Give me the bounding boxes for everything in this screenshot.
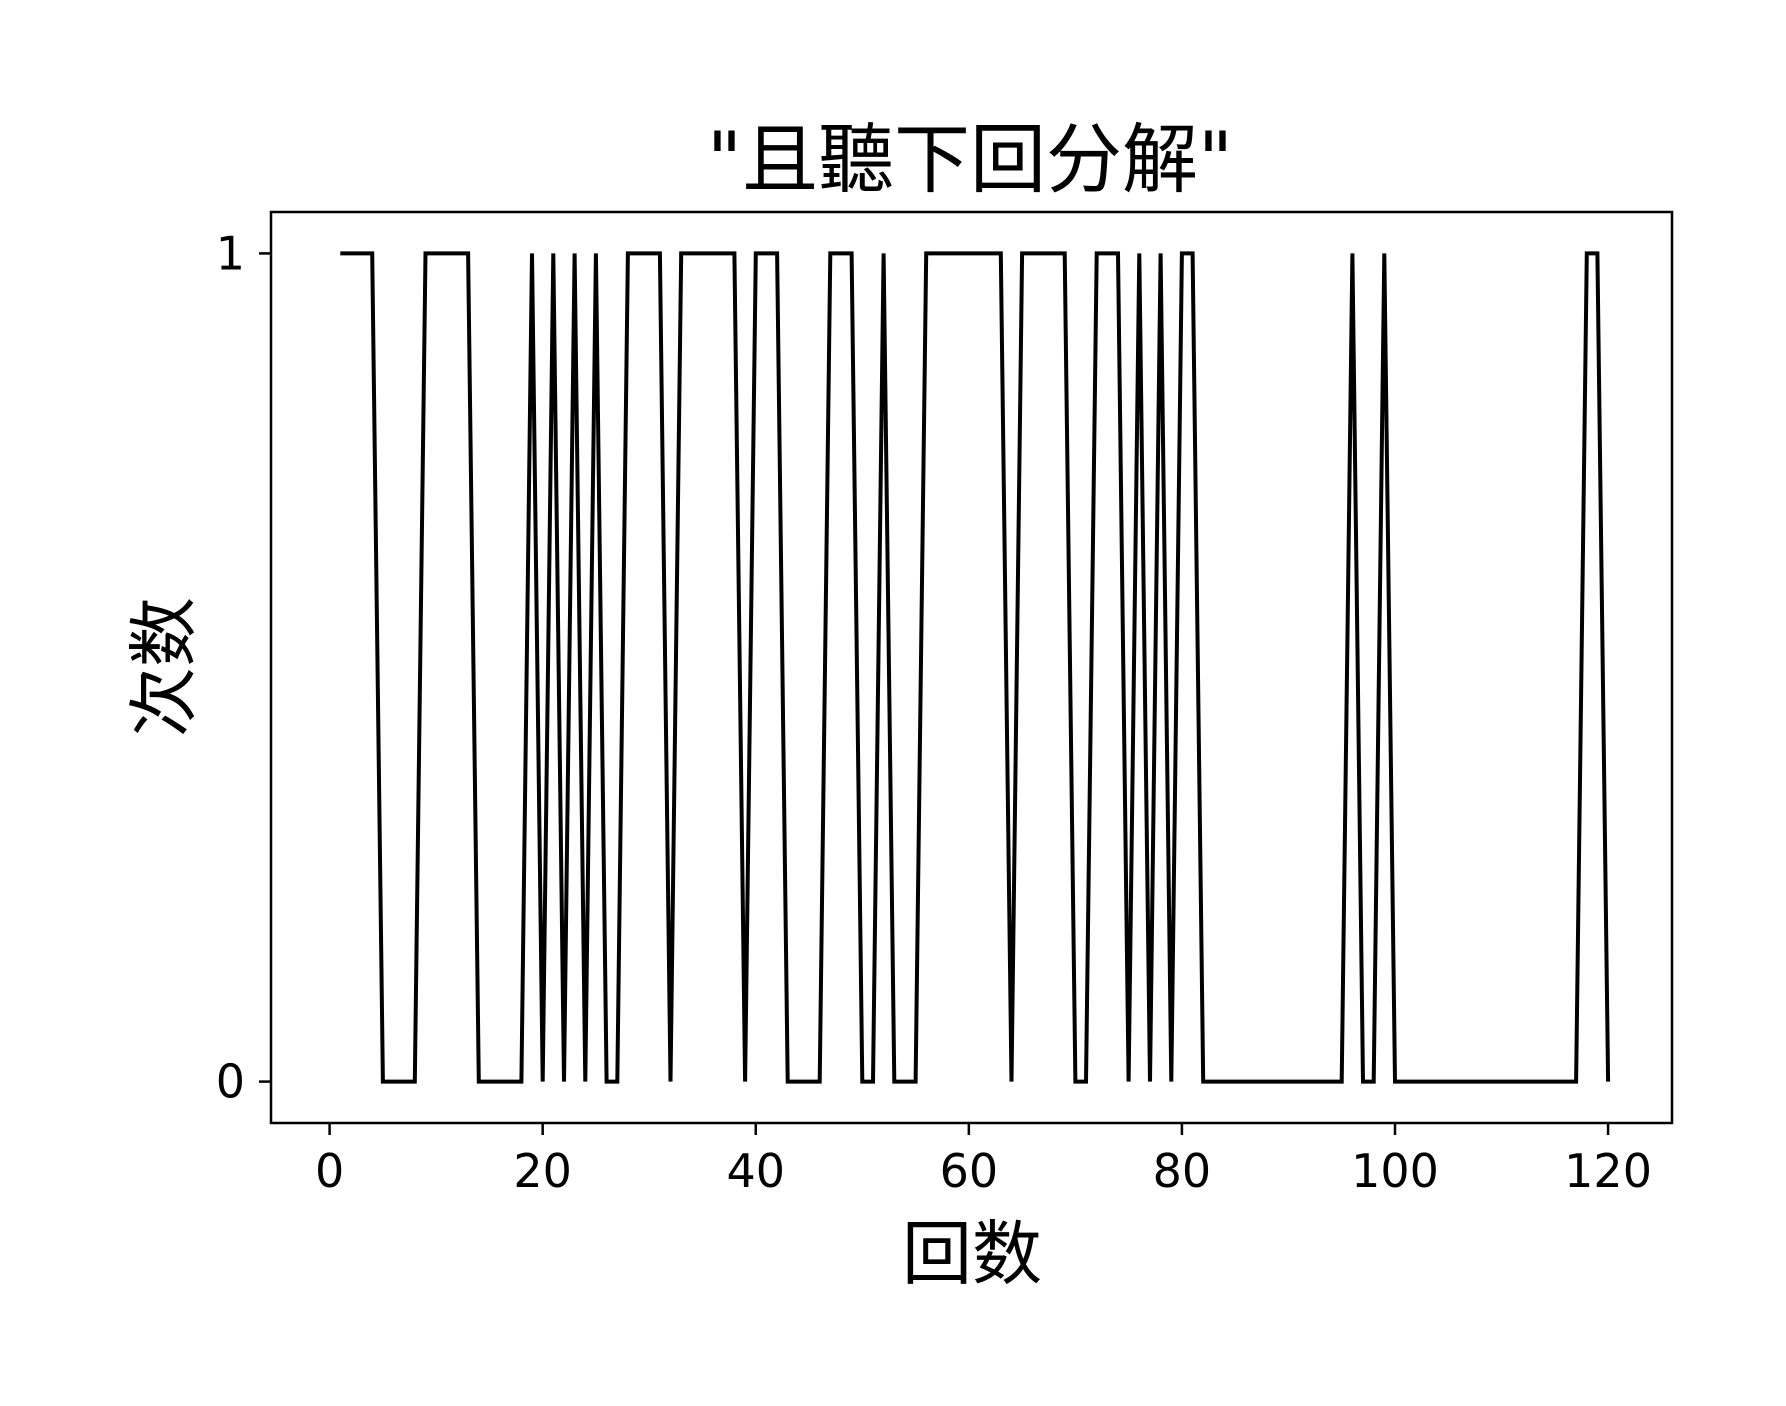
- chart-title: "且聽下回分解": [707, 115, 1233, 204]
- y-tick-label: 1: [216, 226, 245, 280]
- plot-area: [340, 251, 1611, 1084]
- x-tick-label: 40: [726, 1144, 785, 1198]
- x-tick-label: 120: [1564, 1144, 1652, 1198]
- x-tick-label: 80: [1153, 1144, 1212, 1198]
- axes-frame: [269, 210, 1674, 1125]
- chart-figure: "且聽下回分解" 0 20 40 60 80 100 120 0 1 回数 次数: [123, 115, 1674, 1295]
- series-line-0: [340, 251, 1611, 1084]
- x-tick-label: 0: [315, 1144, 344, 1198]
- x-tick-label: 60: [940, 1144, 999, 1198]
- x-axis-label: 回数: [902, 1213, 1042, 1295]
- x-tick-label: 20: [513, 1144, 572, 1198]
- y-tick-label: 0: [216, 1055, 245, 1109]
- axis-ticks: 0 20 40 60 80 100 120 0 1: [216, 226, 1652, 1198]
- x-tick-label: 100: [1351, 1144, 1439, 1198]
- y-axis-label: 次数: [123, 597, 205, 737]
